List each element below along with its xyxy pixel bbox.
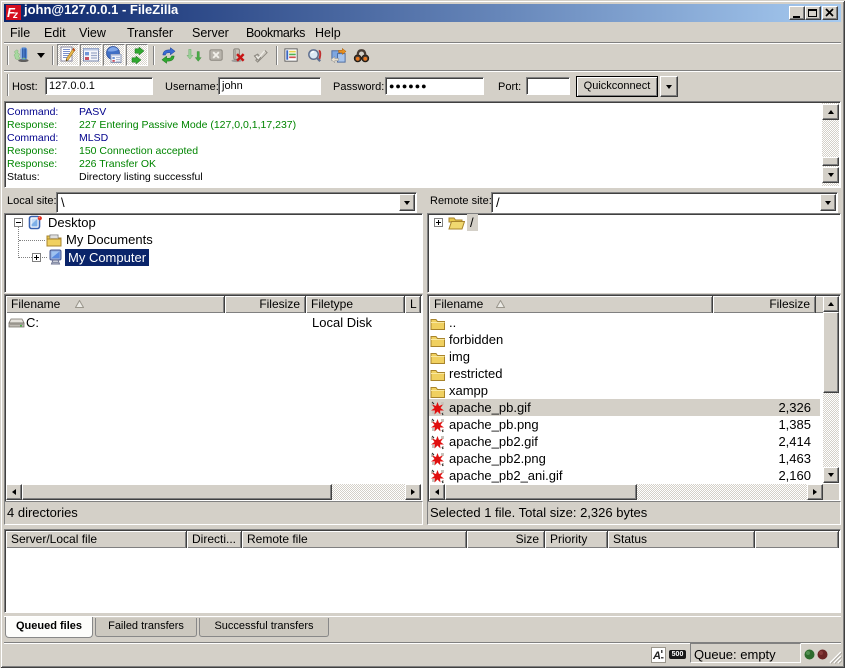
svg-text:A: A (652, 650, 661, 662)
svg-text:z: z (12, 10, 18, 20)
